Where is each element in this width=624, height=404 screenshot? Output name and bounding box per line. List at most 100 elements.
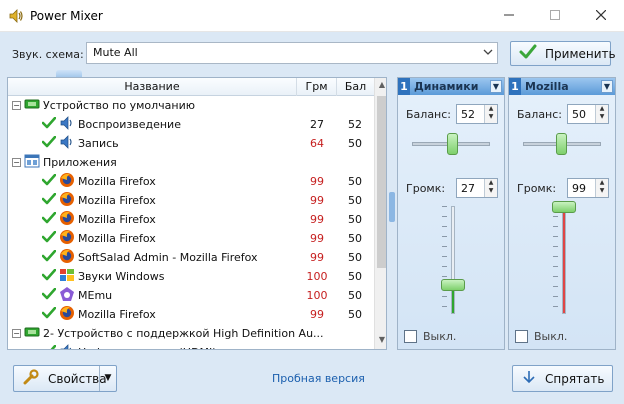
tree-row[interactable]: Mozilla Firefox 99 50 [8, 305, 374, 324]
tree-row[interactable]: MEmu 100 50 [8, 286, 374, 305]
tree-row[interactable]: Запись 64 50 [8, 134, 374, 153]
panel-splitter[interactable] [389, 192, 395, 222]
row-name-cell: Mozilla Firefox [41, 172, 156, 191]
mute-label: Выкл. [423, 330, 457, 343]
scroll-down-icon[interactable]: ▼ [377, 335, 386, 347]
properties-button[interactable]: Свойства ▼ [13, 365, 117, 392]
row-balance: 50 [348, 270, 362, 283]
scheme-dropdown[interactable]: Mute All [86, 42, 498, 64]
row-volume: 99 [310, 213, 324, 226]
checkmark-icon[interactable] [41, 192, 57, 208]
arrow-down-icon [521, 369, 537, 388]
tree-row[interactable]: Mozilla Firefox 99 50 [8, 210, 374, 229]
collapse-icon[interactable]: − [12, 329, 21, 338]
checkmark-icon[interactable] [41, 116, 57, 132]
window-title: Power Mixer [30, 9, 103, 23]
tree-group-row[interactable]: − Устройство по умолчанию [8, 96, 374, 115]
apply-label: Применить [545, 46, 616, 61]
balance-value: 52 [461, 108, 475, 121]
spin-arrows-icon[interactable]: ▲ ▼ [595, 105, 608, 123]
checkmark-icon[interactable] [42, 344, 57, 349]
maximize-button[interactable] [532, 0, 578, 30]
checkmark-icon[interactable] [41, 249, 57, 265]
row-volume: 99 [310, 308, 324, 321]
volume-slider-thumb[interactable] [552, 201, 576, 214]
channel-dropdown-icon[interactable]: ▼ [601, 80, 613, 93]
row-label: Запись [78, 137, 119, 150]
volume-label: Громк: [517, 182, 557, 195]
volume-slider-track[interactable] [451, 206, 455, 314]
row-name-cell: Звуки Windows [41, 267, 165, 286]
apply-button[interactable]: Применить [510, 41, 616, 66]
tree-row[interactable]: Воспроизведение 27 52 [8, 115, 374, 134]
collapse-icon[interactable]: − [12, 158, 21, 167]
wrench-icon [22, 368, 40, 389]
row-label: Mozilla Firefox [78, 213, 156, 226]
mute-checkbox[interactable]: Выкл. [404, 330, 456, 343]
row-label: 2- Устройство с поддержкой High Definiti… [43, 327, 324, 340]
row-volume: 100 [306, 289, 328, 302]
checkbox-icon[interactable] [404, 330, 417, 343]
tree-row[interactable]: Звуки Windows 100 50 [8, 267, 374, 286]
balance-spinner[interactable]: 50 ▲ ▼ [567, 104, 609, 124]
balance-label: Баланс: [517, 108, 563, 121]
bottom-bar: Свойства ▼ Пробная версия Спрятать [0, 364, 624, 404]
spin-arrows-icon[interactable]: ▲ ▼ [595, 179, 608, 197]
volume-slider-thumb[interactable] [441, 278, 465, 291]
device-icon [24, 98, 40, 113]
balance-spinner[interactable]: 52 ▲ ▼ [456, 104, 498, 124]
minimize-button[interactable] [486, 0, 532, 30]
row-volume: 27 [310, 118, 324, 131]
hide-button[interactable]: Спрятать [512, 365, 613, 392]
balance-slider-thumb[interactable] [446, 133, 458, 155]
checkmark-icon[interactable] [41, 211, 57, 227]
channel-strip-mozilla: 1 Mozilla ▼ Баланс: 50 ▲ ▼ Громк: 99 ▲ ▼ Выкл. [508, 77, 616, 350]
row-volume: 99 [310, 251, 324, 264]
channel-number: 1 [509, 78, 521, 95]
column-volume[interactable]: Грм [297, 78, 337, 96]
speaker-icon [59, 134, 75, 153]
collapse-icon[interactable]: − [12, 101, 21, 110]
channel-dropdown-icon[interactable]: ▼ [490, 80, 502, 93]
checkmark-icon[interactable] [41, 173, 57, 189]
tree-row[interactable]: Mozilla Firefox 99 50 [8, 172, 374, 191]
checkmark-icon[interactable] [41, 287, 57, 303]
tree-row[interactable]: SoftSalad Admin - Mozilla Firefox 99 50 [8, 248, 374, 267]
volume-label: Громк: [406, 182, 446, 195]
volume-slider-track[interactable] [562, 206, 566, 314]
balance-slider-thumb[interactable] [556, 133, 567, 155]
scroll-up-icon[interactable]: ▲ [377, 80, 386, 92]
row-volume: 100 [306, 270, 328, 283]
firefox-icon [59, 305, 75, 324]
volume-spinner[interactable]: 99 ▲ ▼ [567, 178, 609, 198]
row-volume: 99 [310, 232, 324, 245]
checkmark-icon[interactable] [41, 306, 57, 322]
spin-arrows-icon[interactable]: ▲ ▼ [484, 179, 497, 197]
checkmark-icon[interactable] [41, 135, 57, 151]
tree-row[interactable]: Mozilla Firefox 99 50 [8, 191, 374, 210]
checkmark-icon[interactable] [41, 230, 57, 246]
scroll-thumb[interactable] [377, 96, 386, 268]
close-button[interactable] [578, 0, 624, 30]
volume-spinner[interactable]: 27 ▲ ▼ [456, 178, 498, 198]
column-balance[interactable]: Бал [337, 78, 374, 96]
channel-header: 1 Динамики ▼ [398, 78, 504, 95]
memu-icon [59, 286, 75, 305]
checkmark-icon[interactable] [41, 268, 57, 284]
balance-label: Баланс: [406, 108, 452, 121]
spin-arrows-icon[interactable]: ▲ ▼ [484, 105, 497, 123]
checkbox-icon[interactable] [515, 330, 528, 343]
properties-label: Свойства [48, 371, 107, 386]
tree-group-row[interactable]: − Приложения [8, 153, 374, 172]
tree-scrollbar[interactable]: ▲ ▼ [374, 78, 386, 349]
volume-fill [563, 206, 565, 313]
properties-dropdown-icon[interactable]: ▼ [99, 366, 116, 391]
tree-row[interactable]: Mozilla Firefox 99 50 [8, 229, 374, 248]
channel-number: 1 [398, 78, 410, 95]
column-name[interactable]: Название [8, 78, 297, 96]
tree-group-row[interactable]: − 2- Устройство с поддержкой High Definit… [8, 324, 374, 343]
mute-checkbox[interactable]: Выкл. [515, 330, 567, 343]
windows-icon [59, 267, 75, 286]
row-label: Звуки Windows [78, 270, 165, 283]
tree-row[interactable]: Цифровое аудио (HDMI) [8, 343, 374, 349]
